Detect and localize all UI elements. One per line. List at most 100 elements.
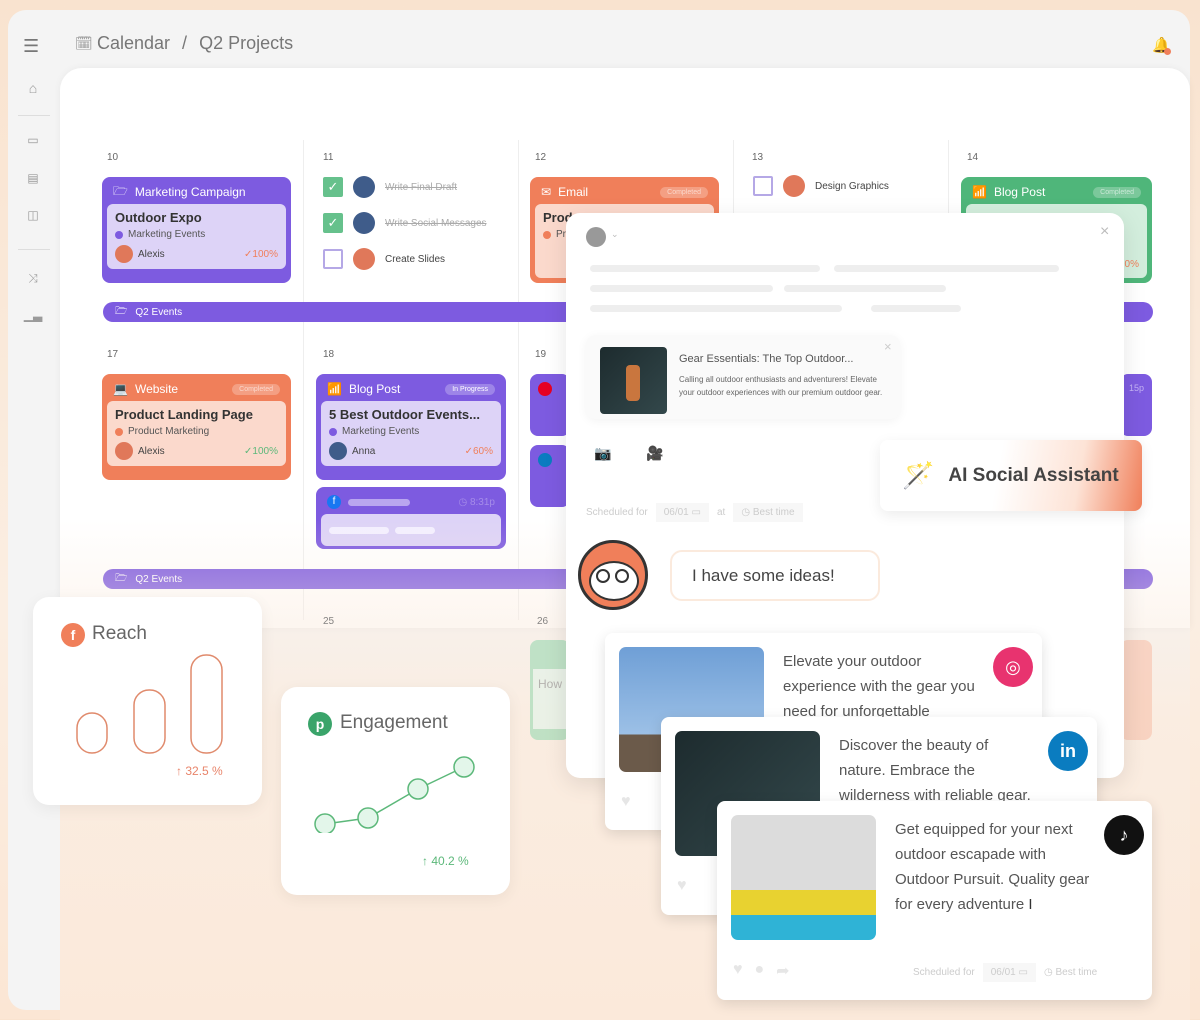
ai-chat-bubble: I have some ideas! xyxy=(670,550,880,601)
stat-title: Engagement xyxy=(340,712,448,733)
engagement-point xyxy=(314,813,336,833)
preview-image xyxy=(600,347,667,414)
schedule-row: Scheduled for 06/01 ▭ at ◷ Best time xyxy=(586,503,803,522)
avatar xyxy=(115,442,133,460)
checkbox-checked[interactable]: ✓ xyxy=(323,177,343,197)
avatar xyxy=(115,245,133,263)
card-type: Blog Post xyxy=(348,382,401,396)
event-card-outdoor-expo[interactable]: 🗁 Marketing Campaign Outdoor Expo Marketi… xyxy=(102,177,291,283)
event-card-5-best-outdoor-events[interactable]: 📶 Blog Post In Progress 5 Best Outdoor Eve… xyxy=(316,374,506,480)
date-input[interactable]: 06/01 ▭ xyxy=(982,963,1036,982)
skeleton-line xyxy=(834,265,1059,272)
progress: ✓60% xyxy=(464,445,493,457)
scheduled-time: ◷ 8:31p xyxy=(458,496,495,508)
column-divider xyxy=(948,140,949,220)
chevron-down-icon[interactable]: ⌄ xyxy=(611,229,619,240)
checkbox-checked[interactable]: ✓ xyxy=(323,213,343,233)
folder-icon: 🗁 xyxy=(113,183,128,198)
ai-social-assistant-button[interactable]: 🪄 AI Social Assistant xyxy=(880,440,1142,511)
skeleton-line xyxy=(590,285,773,292)
engagement-stat-card[interactable]: p Engagement ↑ 40.2 % xyxy=(281,687,510,895)
bell-icon[interactable]: 🔔 xyxy=(1152,36,1171,55)
avatar xyxy=(783,175,805,197)
linkedin-icon xyxy=(538,453,552,467)
social-post-card-pinterest[interactable] xyxy=(530,374,570,436)
close-icon[interactable]: × xyxy=(1100,223,1109,241)
close-icon[interactable]: × xyxy=(884,339,892,354)
breadcrumb-calendar[interactable]: Calendar xyxy=(97,33,170,54)
date-input[interactable]: 06/01 ▭ xyxy=(655,503,709,522)
layout-icon[interactable]: ▤ xyxy=(23,171,43,185)
engagement-line-chart xyxy=(314,756,475,833)
menu-icon[interactable]: ☰ xyxy=(23,36,39,57)
social-post-card-partial[interactable]: 15p xyxy=(1120,374,1152,436)
social-post-card-linkedin[interactable] xyxy=(530,445,570,507)
account-avatar[interactable] xyxy=(586,227,606,247)
event-card-partial[interactable] xyxy=(1120,640,1152,740)
like-icon[interactable]: ♥ xyxy=(733,961,743,981)
post-text: Discover the beauty of nature. Embrace t… xyxy=(839,737,1031,804)
checkbox[interactable] xyxy=(753,176,773,196)
sidebar-divider xyxy=(18,115,50,116)
event-card-partial[interactable]: How xyxy=(530,640,570,740)
task-label: Write Social Messages xyxy=(385,217,487,229)
engagement-point xyxy=(453,756,475,778)
calendar-icon[interactable]: ▭ xyxy=(23,133,43,147)
bar-chart-icon[interactable]: ▁▃ xyxy=(23,308,43,322)
engagement-point xyxy=(407,778,429,800)
preview-title: Gear Essentials: The Top Outdoor... xyxy=(679,353,854,365)
rss-icon: 📶 xyxy=(327,382,342,396)
ai-assistant-label: AI Social Assistant xyxy=(948,464,1119,486)
like-icon[interactable]: ♥ xyxy=(677,877,687,895)
notification-dot xyxy=(1164,48,1171,55)
task-item[interactable]: ✓ Write Final Draft xyxy=(323,176,487,198)
avatar xyxy=(353,176,375,198)
progress: ✓100% xyxy=(244,248,278,260)
facebook-icon: f xyxy=(61,623,85,647)
date-label: 19 xyxy=(535,349,547,360)
folder-icon: 🗁 xyxy=(115,305,128,317)
date-label: 12 xyxy=(535,152,547,163)
time-input[interactable]: ◷ Best time xyxy=(1044,967,1097,978)
task-item[interactable]: Create Slides xyxy=(323,248,487,270)
card-title: Product Landing Page xyxy=(115,407,253,422)
status-badge: Completed xyxy=(232,383,280,395)
task-label: Write Final Draft xyxy=(385,181,458,193)
assignee: Alexis xyxy=(138,248,165,260)
at-label: at xyxy=(716,507,726,518)
task-item[interactable]: ✓ Write Social Messages xyxy=(323,212,487,234)
rss-icon: 📶 xyxy=(972,185,987,199)
schedule-row: Scheduled for 06/01 ▭ ◷ Best time xyxy=(913,963,1097,982)
columns-icon[interactable]: ◫ xyxy=(23,208,43,222)
scheduled-time: 15p xyxy=(1129,383,1145,393)
add-photo-icon[interactable]: 📷 xyxy=(594,445,611,462)
like-icon[interactable]: ♥ xyxy=(621,793,631,811)
time-input[interactable]: ◷ Best time xyxy=(733,503,803,522)
progress: 0% xyxy=(1124,259,1139,270)
engagement-point xyxy=(357,807,379,829)
link-preview-card[interactable]: Gear Essentials: The Top Outdoor... Call… xyxy=(586,335,900,419)
checkbox[interactable] xyxy=(323,249,343,269)
task-item[interactable]: Design Graphics xyxy=(753,175,889,197)
card-type: Email xyxy=(558,185,589,199)
task-label: Design Graphics xyxy=(815,180,889,192)
avatar xyxy=(353,248,375,270)
avatar xyxy=(353,212,375,234)
scheduled-label: Scheduled for xyxy=(586,507,648,518)
event-card-product-landing-page[interactable]: 💻 Website Completed Product Landing Page P… xyxy=(102,374,291,480)
event-bar-label: Q2 Events xyxy=(135,306,183,318)
post-text[interactable]: Get equipped for your next outdoor escap… xyxy=(895,817,1095,917)
date-label: 13 xyxy=(752,152,764,163)
breadcrumb: Calendar / Q2 Projects xyxy=(97,33,293,54)
post-image xyxy=(731,815,876,940)
share-icon[interactable]: ➦ xyxy=(776,961,789,981)
post-preview-tiktok[interactable]: Get equipped for your next outdoor escap… xyxy=(717,801,1152,1000)
home-icon[interactable]: ⌂ xyxy=(23,80,43,96)
shuffle-icon[interactable]: ⤨ xyxy=(23,271,43,286)
add-video-icon[interactable]: 🎥 xyxy=(646,445,663,462)
category-dot xyxy=(115,230,123,239)
reach-stat-card[interactable]: f Reach ↑ 32.5 % xyxy=(33,597,262,805)
comment-icon[interactable]: ● xyxy=(755,961,765,981)
status-badge: In Progress xyxy=(445,383,495,395)
text-cursor-icon: I xyxy=(1028,896,1033,913)
